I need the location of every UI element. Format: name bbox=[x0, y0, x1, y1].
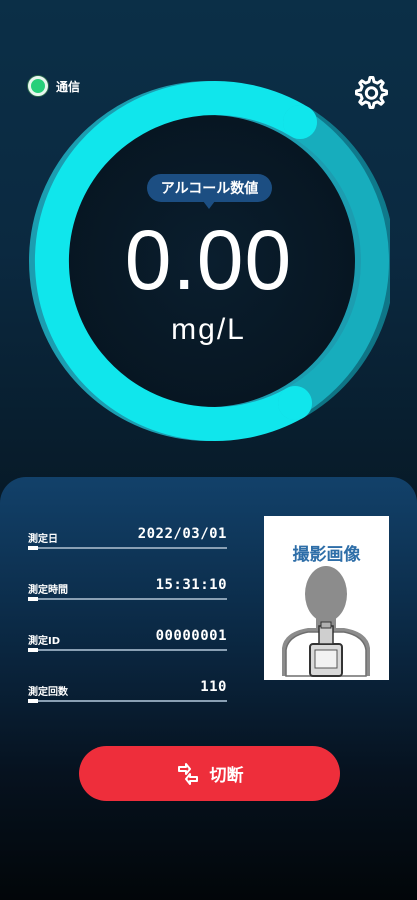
row-value: 00000001 bbox=[155, 628, 227, 644]
row-time: 測定時間 15:31:10 bbox=[28, 577, 227, 601]
photo-title: 撮影画像 bbox=[292, 545, 361, 565]
row-divider bbox=[28, 648, 227, 652]
disconnect-icon bbox=[177, 762, 198, 785]
row-count: 測定回数 110 bbox=[28, 679, 227, 703]
row-id: 測定ID 00000001 bbox=[28, 628, 227, 652]
row-value: 2022/03/01 bbox=[137, 526, 227, 542]
row-label: 測定日 bbox=[28, 534, 58, 545]
captured-photo[interactable]: 撮影画像 bbox=[264, 516, 389, 680]
row-divider bbox=[28, 597, 227, 601]
row-date: 測定日 2022/03/01 bbox=[28, 526, 227, 550]
disconnect-button[interactable]: 切断 bbox=[79, 746, 340, 801]
row-label: 測定回数 bbox=[28, 687, 68, 698]
reading-unit: mg/L bbox=[171, 313, 246, 346]
row-label: 測定ID bbox=[28, 636, 61, 647]
row-divider bbox=[28, 699, 227, 703]
row-value: 15:31:10 bbox=[155, 577, 227, 593]
alcohol-reading: 0.00 bbox=[124, 213, 293, 307]
alcohol-value-label: アルコール数値 bbox=[147, 174, 272, 209]
row-label: 測定時間 bbox=[28, 585, 68, 596]
row-divider bbox=[28, 546, 227, 550]
row-value: 110 bbox=[200, 679, 227, 695]
disconnect-label: 切断 bbox=[209, 766, 244, 786]
